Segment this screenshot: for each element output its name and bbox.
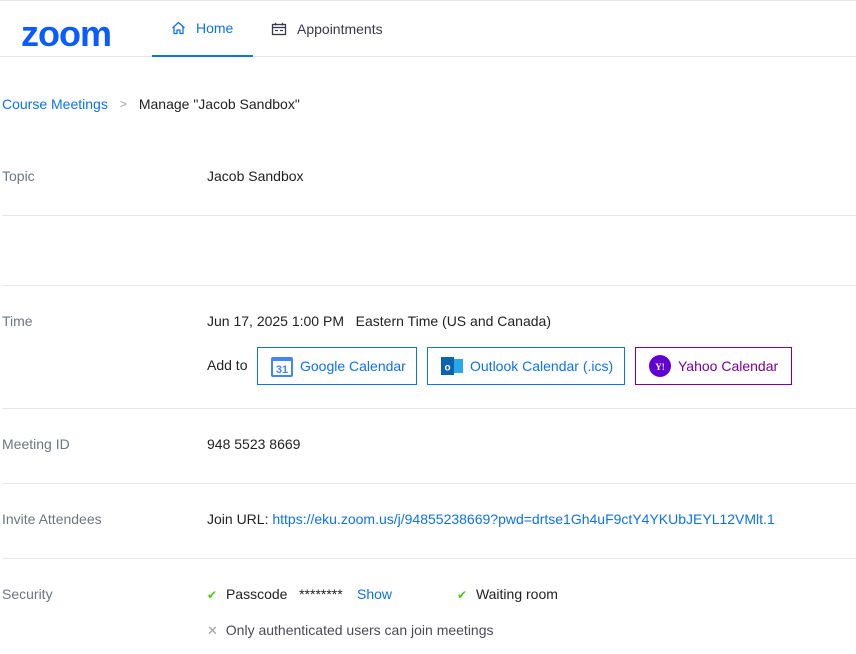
waiting-room-label: Waiting room: [475, 586, 558, 602]
security-label: Security: [2, 586, 53, 602]
breadcrumb-separator: >: [119, 97, 127, 111]
time-label: Time: [2, 313, 33, 329]
auth-only-row: ✕ Only authenticated users can join meet…: [207, 622, 494, 639]
divider: [2, 558, 856, 559]
add-to-label: Add to: [207, 357, 248, 373]
topic-value: Jacob Sandbox: [207, 168, 304, 184]
divider: [2, 215, 856, 216]
breadcrumb-current: Manage "Jacob Sandbox": [138, 96, 300, 112]
yahoo-calendar-button[interactable]: Y! Yahoo Calendar: [635, 347, 792, 385]
top-nav: zoom Home Appointments: [0, 0, 856, 57]
close-icon: ✕: [207, 623, 218, 638]
time-value: Jun 17, 2025 1:00 PM Eastern Time (US an…: [207, 313, 551, 329]
time-timezone: Eastern Time (US and Canada): [355, 313, 551, 329]
check-icon: ✔: [207, 588, 218, 602]
join-url-link[interactable]: https://eku.zoom.us/j/94855238669?pwd=dr…: [272, 511, 774, 527]
google-calendar-label: Google Calendar: [300, 358, 406, 374]
check-icon: ✔: [457, 588, 468, 602]
join-url-label: Join URL:: [207, 511, 269, 527]
topic-label: Topic: [2, 168, 35, 184]
auth-only-label: Only authenticated users can join meetin…: [225, 622, 494, 638]
breadcrumb: Course Meetings > Manage "Jacob Sandbox": [2, 96, 300, 112]
svg-text:31: 31: [276, 364, 288, 376]
yahoo-calendar-icon: Y!: [649, 355, 671, 377]
join-url-row: Join URL: https://eku.zoom.us/j/94855238…: [207, 511, 775, 527]
page: zoom Home Appointments Course Meetings >…: [0, 0, 856, 654]
google-calendar-button[interactable]: 31 Google Calendar: [257, 347, 417, 385]
home-icon: [172, 21, 185, 35]
show-passcode-link[interactable]: Show: [357, 586, 392, 602]
outlook-calendar-icon: o: [441, 357, 463, 375]
google-calendar-icon: 31: [271, 357, 293, 377]
tab-home-label: Home: [196, 20, 234, 36]
divider: [2, 483, 856, 484]
yahoo-calendar-label: Yahoo Calendar: [678, 358, 779, 374]
waiting-room-row: ✔ Waiting room: [457, 586, 558, 602]
meeting-id-value: 948 5523 8669: [207, 436, 301, 452]
svg-text:Y!: Y!: [655, 362, 665, 372]
time-datetime: Jun 17, 2025 1:00 PM: [207, 313, 344, 329]
divider: [2, 285, 856, 286]
svg-text:zoom: zoom: [21, 17, 111, 51]
passcode-label: Passcode: [225, 586, 288, 602]
tab-appointments[interactable]: Appointments: [271, 1, 383, 57]
breadcrumb-course-meetings[interactable]: Course Meetings: [2, 96, 108, 112]
tab-home[interactable]: Home: [152, 1, 253, 57]
meeting-id-label: Meeting ID: [2, 436, 70, 452]
divider: [2, 408, 856, 409]
invite-attendees-label: Invite Attendees: [2, 511, 102, 527]
zoom-logo[interactable]: zoom: [21, 17, 133, 51]
passcode-row: ✔ Passcode ********: [207, 586, 343, 602]
svg-text:o: o: [444, 363, 450, 374]
outlook-calendar-label: Outlook Calendar (.ics): [470, 358, 614, 374]
passcode-mask: ********: [299, 586, 343, 602]
calendar-icon: [271, 22, 287, 36]
outlook-calendar-button[interactable]: o Outlook Calendar (.ics): [427, 347, 625, 385]
tab-appointments-label: Appointments: [297, 21, 383, 37]
